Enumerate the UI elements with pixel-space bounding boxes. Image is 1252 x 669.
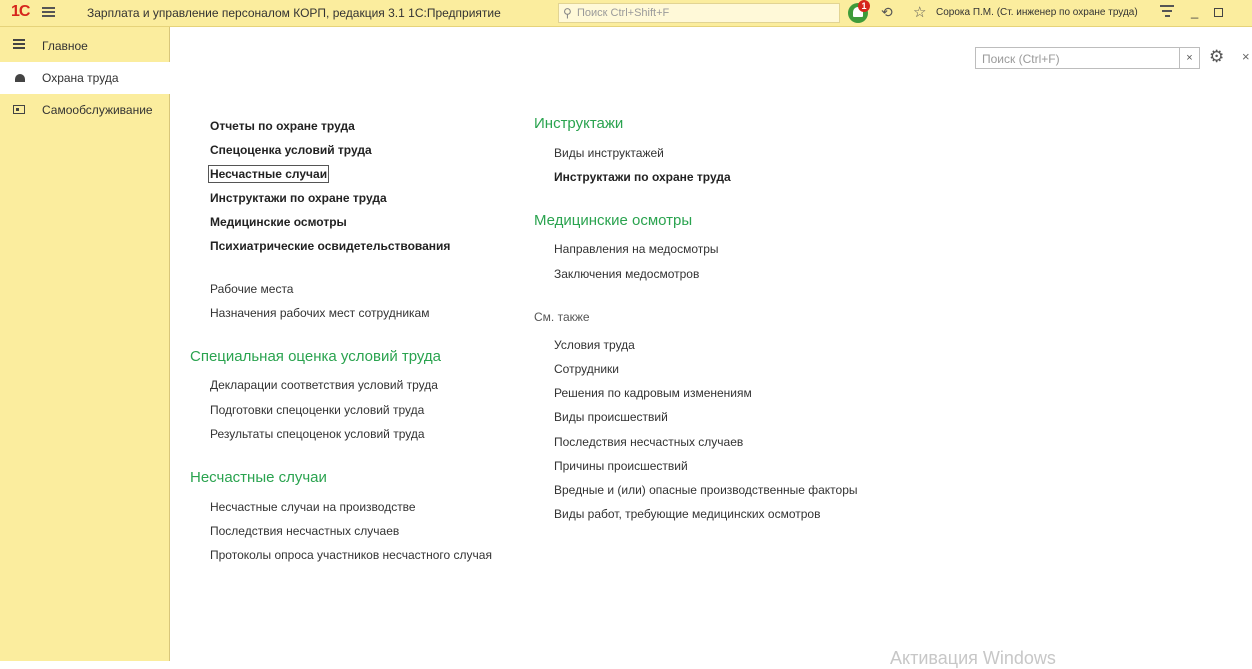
search-icon: ⚲ — [563, 6, 572, 20]
link-incident-types[interactable]: Виды происшествий — [554, 410, 668, 424]
restore-window-icon[interactable] — [1214, 8, 1223, 17]
link-sout-results[interactable]: Результаты спецоценок условий труда — [210, 427, 425, 441]
link-employees[interactable]: Сотрудники — [554, 362, 619, 376]
link-medical-conclusions[interactable]: Заключения медосмотров — [554, 267, 699, 281]
link-accident-interview-protocols[interactable]: Протоколы опроса участников несчастного … — [210, 548, 492, 562]
windows-activation-watermark: Активация Windows — [890, 648, 1056, 668]
link-sout-declarations[interactable]: Декларации соответствия условий труда — [210, 378, 438, 392]
sidebar-item-label: Охрана труда — [42, 71, 119, 85]
favorites-star-icon[interactable]: ☆ — [913, 3, 926, 21]
notifications-bell-icon[interactable]: 1 — [848, 0, 870, 23]
link-psychiatric-exams[interactable]: Психиатрические освидетельствования — [210, 239, 450, 253]
link-sout-preparations[interactable]: Подготовки спецоценки условий труда — [210, 403, 424, 417]
link-accidents[interactable]: Несчастные случаи — [207, 165, 330, 183]
1c-logo: 1С — [11, 3, 30, 20]
sidebar-item-labor-safety[interactable]: Охрана труда — [0, 62, 170, 94]
helmet-icon — [15, 74, 25, 82]
main-menu-icon[interactable] — [42, 7, 55, 18]
section-title-accidents: Несчастные случаи — [190, 469, 327, 486]
link-safety-briefings-journal[interactable]: Инструктажи по охране труда — [554, 170, 731, 184]
sidebar-item-main[interactable]: Главное — [0, 30, 170, 62]
history-icon[interactable]: ⟲ — [881, 4, 893, 21]
menu-icon — [13, 39, 27, 53]
link-hazard-factors[interactable]: Вредные и (или) опасные производственные… — [554, 483, 858, 497]
link-briefing-types[interactable]: Виды инструктажей — [554, 146, 664, 160]
minimize-icon[interactable]: _ — [1191, 4, 1198, 19]
search-clear-button[interactable]: × — [1179, 48, 1199, 68]
link-labor-safety-reports[interactable]: Отчеты по охране труда — [210, 119, 355, 133]
notification-badge: 1 — [858, 0, 870, 12]
link-hr-decisions[interactable]: Решения по кадровым изменениям — [554, 386, 752, 400]
link-special-assessment[interactable]: Спецоценка условий труда — [210, 143, 372, 157]
link-work-types-medical[interactable]: Виды работ, требующие медицинских осмотр… — [554, 507, 820, 521]
link-incident-causes[interactable]: Причины происшествий — [554, 459, 688, 473]
settings-menu-icon[interactable] — [1160, 5, 1174, 20]
link-workplaces[interactable]: Рабочие места — [210, 282, 293, 296]
title-bar: 1С Зарплата и управление персоналом КОРП… — [0, 0, 1252, 27]
link-workplace-assignments[interactable]: Назначения рабочих мест сотрудникам — [210, 306, 429, 320]
sidebar-item-label: Главное — [42, 39, 88, 53]
section-title-sout: Специальная оценка условий труда — [190, 348, 442, 365]
search-input[interactable] — [980, 49, 1184, 69]
search-field[interactable] — [975, 47, 1200, 69]
link-accident-consequences-2[interactable]: Последствия несчастных случаев — [554, 435, 743, 449]
global-search-field[interactable]: ⚲ Поиск Ctrl+Shift+F — [558, 3, 840, 23]
link-medical-referrals[interactable]: Направления на медосмотры — [554, 242, 719, 256]
section-title-medical: Медицинские осмотры — [534, 212, 693, 229]
close-icon[interactable]: × — [1242, 49, 1250, 64]
section-content: × ⚙ × Отчеты по охране труда Спецоценка … — [170, 27, 1252, 661]
link-working-conditions[interactable]: Условия труда — [554, 338, 635, 352]
app-title: Зарплата и управление персоналом КОРП, р… — [87, 6, 501, 20]
link-safety-briefings[interactable]: Инструктажи по охране труда — [210, 191, 387, 205]
global-search-placeholder: Поиск Ctrl+Shift+F — [577, 7, 670, 19]
gear-icon[interactable]: ⚙ — [1209, 47, 1224, 67]
link-accident-consequences[interactable]: Последствия несчастных случаев — [210, 524, 399, 538]
sidebar-item-self-service[interactable]: Самообслуживание — [0, 94, 170, 126]
current-user[interactable]: Сорока П.М. (Ст. инженер по охране труда… — [936, 7, 1138, 18]
link-industrial-accidents[interactable]: Несчастные случаи на производстве — [210, 500, 416, 514]
link-medical-exams[interactable]: Медицинские осмотры — [210, 215, 347, 229]
section-title-briefings: Инструктажи — [534, 115, 624, 132]
id-card-icon — [13, 105, 25, 114]
sections-sidebar: Главное Охрана труда Самообслуживание — [0, 27, 170, 661]
section-title-see-also: См. также — [534, 310, 590, 324]
sidebar-item-label: Самообслуживание — [42, 103, 153, 117]
